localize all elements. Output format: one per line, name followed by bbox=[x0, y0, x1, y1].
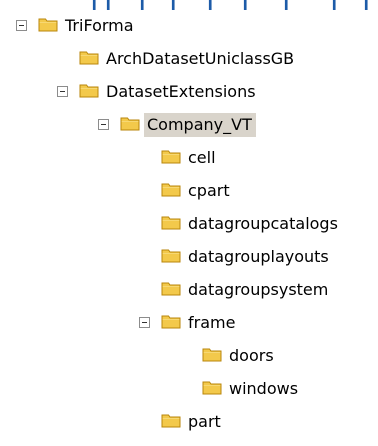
folder-icon bbox=[161, 412, 181, 429]
tree-node-label: datagroupsystem bbox=[188, 280, 329, 299]
folder-icon bbox=[161, 214, 181, 231]
folder-icon bbox=[161, 247, 181, 264]
tree-node-label: DatasetExtensions bbox=[106, 82, 256, 101]
tree-node-label: datagroupcatalogs bbox=[188, 214, 338, 233]
tree-node-label: frame bbox=[188, 313, 236, 332]
folder-icon bbox=[202, 346, 222, 363]
minus-expander-icon[interactable] bbox=[57, 86, 68, 97]
folder-tree: TriForma ArchDatasetUniclassGB DatasetEx… bbox=[0, 0, 378, 446]
folder-icon bbox=[161, 181, 181, 198]
folder-icon bbox=[79, 49, 99, 66]
folder-icon bbox=[161, 148, 181, 165]
tree-node-label: datagrouplayouts bbox=[188, 247, 329, 266]
tree-node-label: TriForma bbox=[65, 16, 134, 35]
tree-node-label: cpart bbox=[188, 181, 230, 200]
folder-icon bbox=[38, 16, 58, 33]
folder-icon bbox=[161, 280, 181, 297]
folder-icon bbox=[120, 115, 140, 132]
folder-icon bbox=[79, 82, 99, 99]
folder-icon bbox=[202, 379, 222, 396]
minus-expander-icon[interactable] bbox=[139, 317, 150, 328]
tree-node-label: ArchDatasetUniclassGB bbox=[106, 49, 295, 68]
folder-icon bbox=[161, 313, 181, 330]
tree-node-label: doors bbox=[229, 346, 274, 365]
tree-node-label: windows bbox=[229, 379, 299, 398]
tree-node-label: cell bbox=[188, 148, 216, 167]
tree-node-label: part bbox=[188, 412, 221, 431]
minus-expander-icon[interactable] bbox=[98, 119, 109, 130]
minus-expander-icon[interactable] bbox=[16, 20, 27, 31]
tree-node-label-selected: Company_VT bbox=[144, 113, 256, 137]
